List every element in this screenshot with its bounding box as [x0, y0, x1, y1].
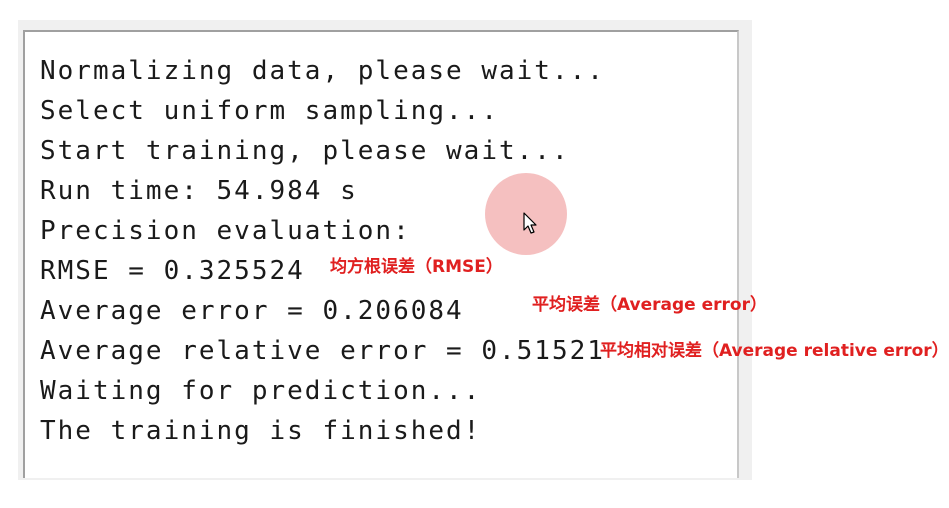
annotation-rmse: 均方根误差（RMSE）	[330, 257, 503, 277]
mouse-pointer-icon	[523, 212, 537, 234]
log-line-start-training: Start training, please wait...	[40, 136, 570, 166]
log-line-run-time: Run time: 54.984 s	[40, 176, 358, 206]
annotation-average-error: 平均误差（Average error）	[532, 295, 767, 315]
log-line-rmse: RMSE = 0.325524	[40, 256, 305, 286]
log-line-average-relative-error: Average relative error = 0.51521	[40, 336, 605, 366]
log-line-sampling: Select uniform sampling...	[40, 96, 499, 126]
log-line-normalizing: Normalizing data, please wait...	[40, 56, 605, 86]
log-line-training-finished: The training is finished!	[40, 416, 482, 446]
log-line-precision-evaluation: Precision evaluation:	[40, 216, 411, 246]
annotation-average-relative-error: 平均相对误差（Average relative error）	[600, 341, 949, 361]
log-line-waiting-prediction: Waiting for prediction...	[40, 376, 482, 406]
log-line-average-error: Average error = 0.206084	[40, 296, 464, 326]
output-log-panel[interactable]: Normalizing data, please wait... Select …	[23, 30, 739, 478]
